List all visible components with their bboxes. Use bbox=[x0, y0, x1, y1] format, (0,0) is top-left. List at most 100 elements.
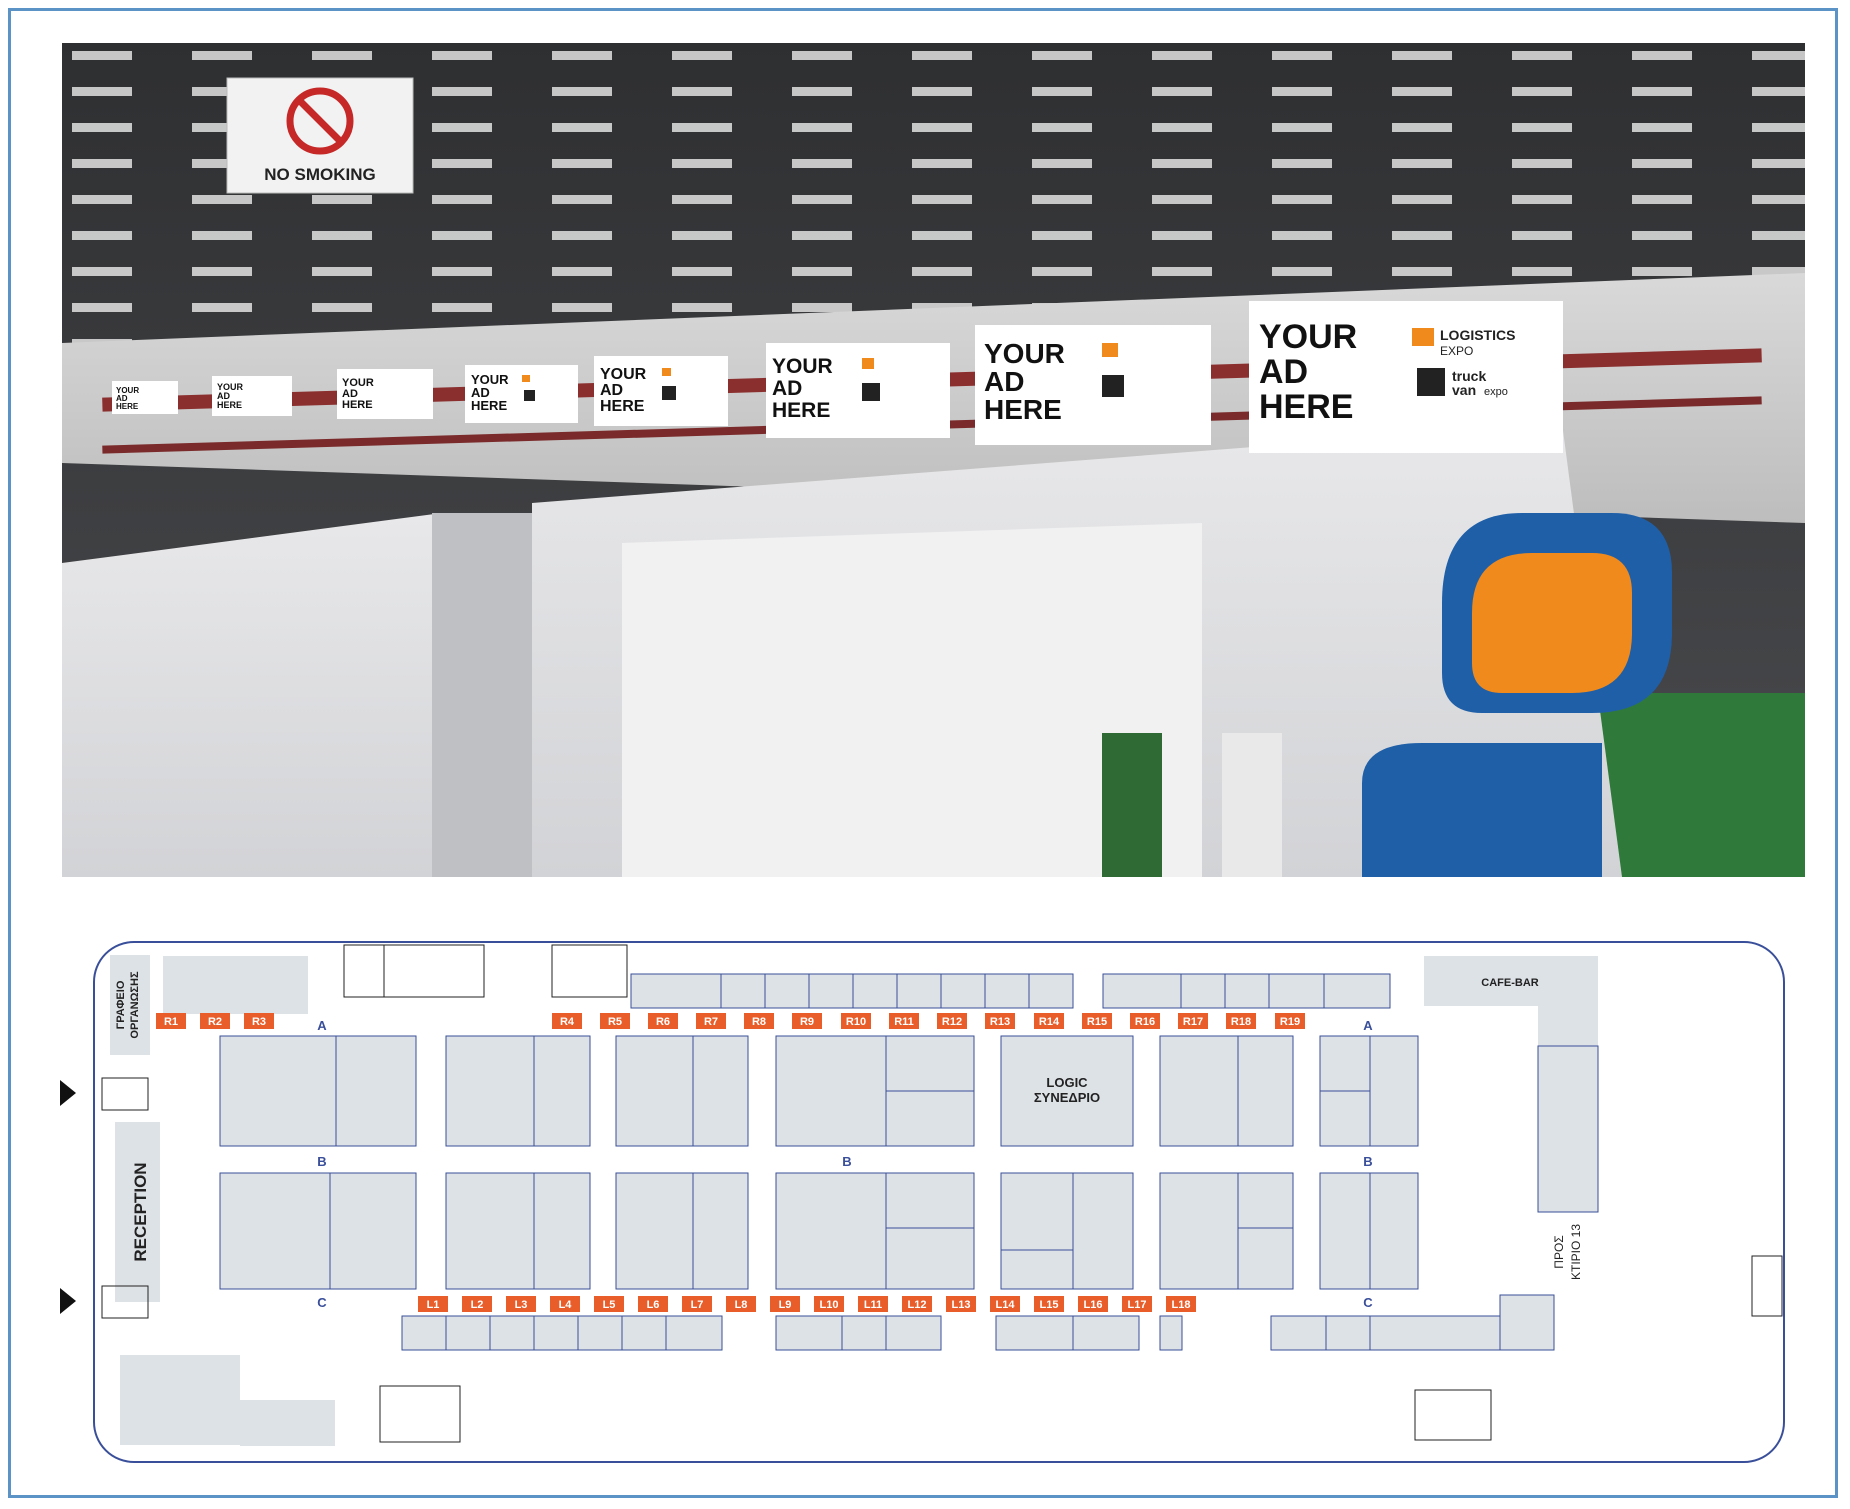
tag-label: R13 bbox=[990, 1016, 1010, 1028]
truck-van-logo-sub: van bbox=[1452, 382, 1476, 398]
l-tag-l14: L14 bbox=[990, 1296, 1020, 1312]
office-label-line1: ΓΡΑΦΕΙΟ bbox=[115, 980, 127, 1029]
banner-line-ad: AD bbox=[1259, 353, 1308, 391]
tag-label: L12 bbox=[908, 1299, 927, 1311]
l-tag-l7: L7 bbox=[682, 1296, 712, 1312]
tag-label: L16 bbox=[1084, 1299, 1103, 1311]
tag-label: R17 bbox=[1183, 1016, 1203, 1028]
entrance-arrow-icon bbox=[60, 1288, 76, 1314]
row-label-b-right: B bbox=[1363, 1154, 1372, 1169]
logic-label-line2: ΣΥΝΕΔΡΙΟ bbox=[1034, 1090, 1100, 1105]
tag-label: R12 bbox=[942, 1016, 962, 1028]
r-tag-r15: R15 bbox=[1082, 1013, 1112, 1029]
r-tag-r14: R14 bbox=[1034, 1013, 1064, 1029]
tag-label: L9 bbox=[779, 1299, 792, 1311]
exhibition-hall-photo: NO SMOKING YOUR AD HERE LOGISTICS EXPO t… bbox=[62, 43, 1805, 877]
island-row-bottom bbox=[219, 1172, 1419, 1290]
banner-line-here: HERE bbox=[471, 398, 507, 413]
ad-banner-8: YOUR AD HERE bbox=[112, 381, 178, 414]
right-column-booth bbox=[1537, 1045, 1599, 1213]
ad-banner-7: YOUR AD HERE bbox=[212, 376, 292, 416]
tag-label: L17 bbox=[1128, 1299, 1147, 1311]
corner-block-bottom-left bbox=[120, 1355, 240, 1445]
logistics-logo-icon bbox=[522, 375, 530, 382]
r-tag-r3: R3 bbox=[244, 1013, 274, 1029]
l-tag-l10: L10 bbox=[814, 1296, 844, 1312]
tag-label: L6 bbox=[647, 1299, 660, 1311]
tag-label: L11 bbox=[864, 1299, 882, 1311]
l-tag-l12: L12 bbox=[902, 1296, 932, 1312]
logistics-logo-sub: EXPO bbox=[1440, 344, 1473, 358]
tag-label: L8 bbox=[735, 1299, 748, 1311]
r-tag-r13: R13 bbox=[985, 1013, 1015, 1029]
logistics-logo-icon bbox=[1412, 328, 1434, 346]
ad-banner-6: YOUR AD HERE bbox=[337, 369, 433, 419]
banner-line-your: YOUR bbox=[984, 338, 1065, 369]
l-tag-l17: L17 bbox=[1122, 1296, 1152, 1312]
r-tag-r7: R7 bbox=[696, 1013, 726, 1029]
l-tag-l4: L4 bbox=[550, 1296, 580, 1312]
row-label-a-right: A bbox=[1363, 1018, 1373, 1033]
cafe-bar-label: CAFE-BAR bbox=[1481, 977, 1538, 989]
r-tag-r9: R9 bbox=[792, 1013, 822, 1029]
corner-block-bottom-left-2 bbox=[240, 1400, 335, 1446]
ad-banner-3: YOUR AD HERE bbox=[766, 343, 950, 438]
tag-label: R15 bbox=[1087, 1016, 1107, 1028]
exit-label-line2: ΚΤΙΡΙΟ 13 bbox=[1569, 1224, 1583, 1280]
r-tag-r12: R12 bbox=[937, 1013, 967, 1029]
l-tag-l11: L11 bbox=[858, 1296, 888, 1312]
truck-van-logo-icon bbox=[662, 386, 676, 400]
ad-banner-1: YOUR AD HERE LOGISTICS EXPO truck van ex… bbox=[1249, 301, 1563, 453]
no-smoking-text: NO SMOKING bbox=[264, 165, 375, 184]
logistics-logo-icon bbox=[662, 368, 671, 376]
floor-plan: ΓΡΑΦΕΙΟ ΟΡΓΑΝΩΣΗΣ RECEPTION CAFE-BAR ΠΡΟ… bbox=[60, 900, 1810, 1480]
tag-label: L14 bbox=[996, 1299, 1016, 1311]
tag-label: R6 bbox=[656, 1016, 670, 1028]
banner-line-here: HERE bbox=[342, 399, 373, 411]
banner-line-here: HERE bbox=[217, 400, 242, 410]
tag-label: L13 bbox=[952, 1299, 971, 1311]
truck-van-logo-icon bbox=[862, 383, 880, 401]
banner-line-here: HERE bbox=[600, 398, 645, 415]
tag-label: R8 bbox=[752, 1016, 766, 1028]
tag-label: R18 bbox=[1231, 1016, 1251, 1028]
l-tag-l2: L2 bbox=[462, 1296, 492, 1312]
truck-van-logo-icon bbox=[1417, 368, 1445, 396]
r-tag-r19: R19 bbox=[1275, 1013, 1305, 1029]
banner-line-ad: AD bbox=[600, 382, 623, 399]
row-label-b-left: B bbox=[317, 1154, 326, 1169]
banner-line-your: YOUR bbox=[1259, 318, 1357, 356]
tag-label: R3 bbox=[252, 1016, 266, 1028]
hall-photo-illustration: NO SMOKING YOUR AD HERE LOGISTICS EXPO t… bbox=[62, 43, 1805, 877]
logistics-logo-icon bbox=[1102, 343, 1118, 357]
tag-label: L10 bbox=[820, 1299, 839, 1311]
banner-line-here: HERE bbox=[984, 394, 1062, 425]
tag-label: R11 bbox=[894, 1016, 914, 1028]
top-booth-strip-2 bbox=[1102, 973, 1391, 1009]
l-tag-l13: L13 bbox=[946, 1296, 976, 1312]
no-smoking-sign: NO SMOKING bbox=[226, 77, 414, 194]
tag-label: L4 bbox=[559, 1299, 573, 1311]
tag-label: L7 bbox=[691, 1299, 704, 1311]
banner-line-ad: AD bbox=[772, 377, 802, 400]
tag-label: L15 bbox=[1040, 1299, 1059, 1311]
truck-van-logo-icon bbox=[524, 390, 535, 401]
l-tag-l1: L1 bbox=[418, 1296, 448, 1312]
r-tag-r5: R5 bbox=[600, 1013, 630, 1029]
exit-label-line1: ΠΡΟΣ bbox=[1552, 1235, 1566, 1268]
tag-label: R9 bbox=[800, 1016, 814, 1028]
l-tag-l8: L8 bbox=[726, 1296, 756, 1312]
office-label-line2: ΟΡΓΑΝΩΣΗΣ bbox=[129, 971, 141, 1039]
r-tag-r6: R6 bbox=[648, 1013, 678, 1029]
r-tag-r17: R17 bbox=[1178, 1013, 1208, 1029]
tag-label: R7 bbox=[704, 1016, 718, 1028]
entrance-arrow-icon bbox=[60, 1080, 76, 1106]
island-row-top bbox=[219, 1035, 1419, 1147]
reception-label: RECEPTION bbox=[131, 1162, 150, 1261]
r-tag-r18: R18 bbox=[1226, 1013, 1256, 1029]
tag-label: L3 bbox=[515, 1299, 528, 1311]
r-tag-r2: R2 bbox=[200, 1013, 230, 1029]
r-tag-r10: R10 bbox=[841, 1013, 871, 1029]
l-tag-l9: L9 bbox=[770, 1296, 800, 1312]
top-booth-strip-1 bbox=[630, 973, 1074, 1009]
